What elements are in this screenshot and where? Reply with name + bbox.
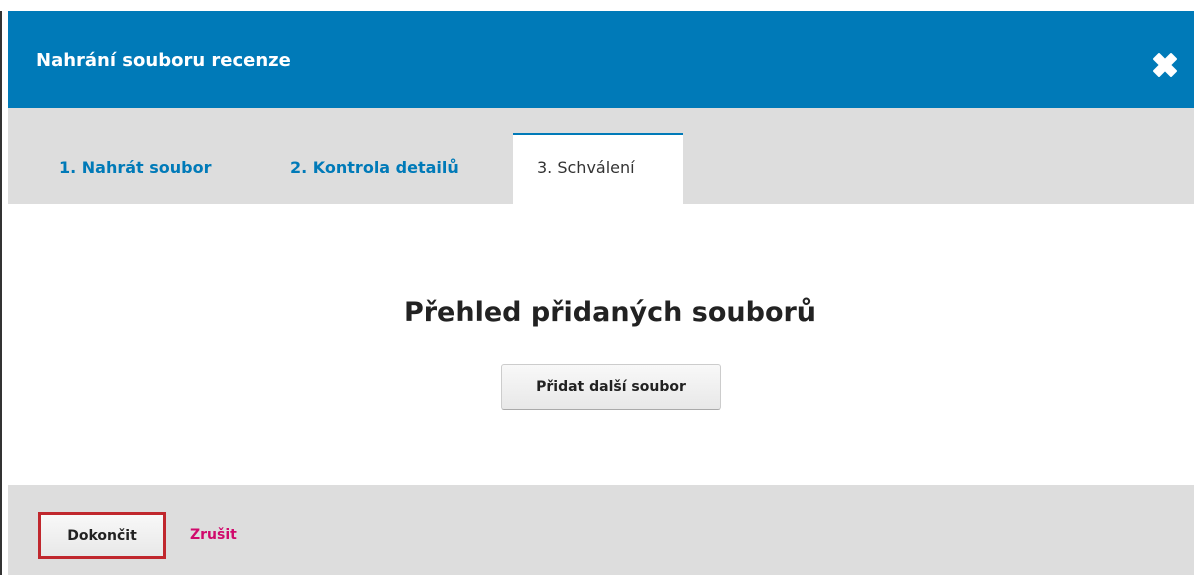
tab-label: 3. Schválení xyxy=(537,158,635,177)
wizard-tabs: 1. Nahrát soubor 2. Kontrola detailů 3. … xyxy=(8,108,1194,204)
modal-footer: Dokončit Zrušit xyxy=(8,485,1194,575)
files-overview-heading: Přehled přidaných souborů xyxy=(403,297,817,328)
tab-label: 2. Kontrola detailů xyxy=(290,158,459,177)
finish-button[interactable]: Dokončit xyxy=(38,512,166,559)
tab-panel-confirmation: Přehled přidaných souborů Přidat další s… xyxy=(8,204,1194,485)
tab-upload-file[interactable]: 1. Nahrát soubor xyxy=(38,133,248,204)
window-edge xyxy=(0,11,2,575)
tab-review-details[interactable]: 2. Kontrola detailů xyxy=(270,133,510,204)
tab-confirmation[interactable]: 3. Schválení xyxy=(513,133,683,204)
add-another-file-button[interactable]: Přidat další soubor xyxy=(501,364,721,410)
close-icon[interactable] xyxy=(1148,48,1182,82)
cancel-link[interactable]: Zrušit xyxy=(190,525,237,545)
tab-label: 1. Nahrát soubor xyxy=(59,158,212,177)
modal-header: Nahrání souboru recenze xyxy=(8,11,1194,108)
close-icon-graphic xyxy=(1153,53,1177,77)
upload-review-file-modal: Nahrání souboru recenze 1. Nahrát soubor… xyxy=(8,11,1194,575)
modal-title: Nahrání souboru recenze xyxy=(36,50,291,71)
